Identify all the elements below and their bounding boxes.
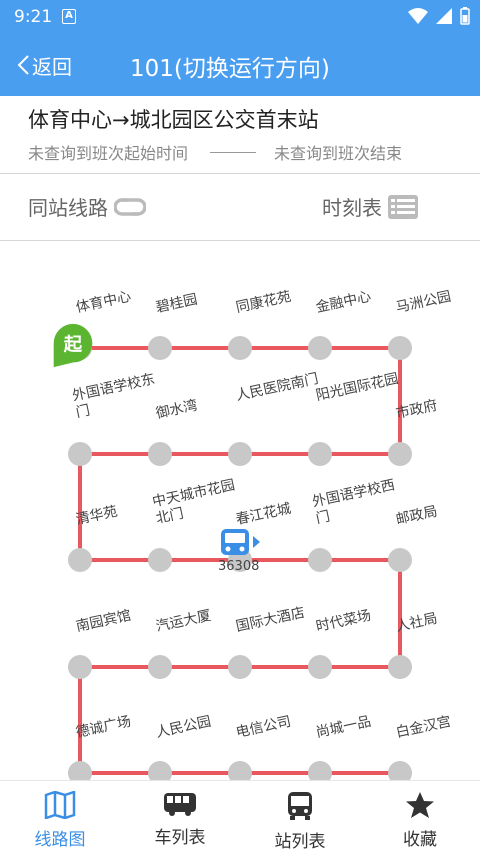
- stop-dot[interactable]: [308, 548, 332, 572]
- nav-route-map[interactable]: 线路图: [0, 781, 120, 852]
- time-separator: [210, 151, 257, 153]
- stop-dot[interactable]: [148, 761, 172, 780]
- stop-dot[interactable]: [228, 655, 252, 679]
- stop-dot[interactable]: [228, 761, 252, 780]
- wifi-icon: [408, 8, 428, 24]
- stop-dot[interactable]: [148, 548, 172, 572]
- route-map[interactable]: 起 36308 体育中心 碧桂园 同康花苑 金融中心 马洲公园 市政府 阳光国际花园 人民医院…: [0, 241, 480, 780]
- timetable-label: 时刻表: [322, 196, 382, 220]
- page-title[interactable]: 101(切换运行方向): [130, 49, 330, 83]
- same-station-lines-label: 同站线路: [28, 196, 108, 220]
- route-times: 未查询到班次起始时间 未查询到班次结束: [28, 140, 480, 164]
- map-icon: [44, 791, 76, 819]
- chevron-left-icon: [17, 55, 29, 75]
- start-marker: 起: [53, 323, 93, 368]
- stop-dot[interactable]: [308, 336, 332, 360]
- start-marker-label: 起: [63, 334, 83, 356]
- nav-label-bus-list: 车列表: [154, 828, 206, 848]
- start-time: 未查询到班次起始时间: [28, 144, 189, 163]
- battery-icon: [460, 7, 470, 25]
- star-icon: [406, 792, 434, 818]
- nav-station-list[interactable]: 站列表: [240, 781, 360, 852]
- list-icon: [388, 194, 418, 219]
- stop-dot[interactable]: [308, 761, 332, 780]
- status-icons: [408, 7, 470, 25]
- signal-icon: [436, 8, 452, 24]
- stop-dot[interactable]: [228, 442, 252, 466]
- stop-dot[interactable]: [68, 548, 92, 572]
- stop-dot[interactable]: [388, 442, 412, 466]
- stop-dot[interactable]: [228, 336, 252, 360]
- back-label: 返回: [32, 54, 72, 79]
- end-time: 未查询到班次结束: [274, 144, 403, 163]
- stop-dot[interactable]: [148, 336, 172, 360]
- bus-number: 36308: [218, 559, 260, 574]
- stop-dot[interactable]: [68, 442, 92, 466]
- options-bar: 同站线路 时刻表: [0, 174, 480, 240]
- timetable-button[interactable]: 时刻表: [322, 192, 418, 221]
- nav-favorites[interactable]: 收藏: [360, 781, 480, 852]
- stop-dot[interactable]: [388, 761, 412, 780]
- app-bar: 返回 101(切换运行方向): [0, 34, 480, 96]
- app-notification-icon: A: [62, 9, 76, 24]
- bus-list-icon: [164, 793, 196, 816]
- bottom-nav: 线路图 车列表 站列表 收藏: [0, 780, 480, 852]
- stop-dot[interactable]: [148, 442, 172, 466]
- stop-dot[interactable]: [388, 336, 412, 360]
- station-list-icon: [288, 792, 312, 820]
- stop-dot[interactable]: [68, 761, 92, 780]
- stop-dot[interactable]: [388, 655, 412, 679]
- nav-label-favorites: 收藏: [403, 830, 437, 850]
- stop-dot[interactable]: [308, 442, 332, 466]
- route-info: 体育中心→城北园区公交首末站 未查询到班次起始时间 未查询到班次结束: [0, 96, 480, 172]
- nav-bus-list[interactable]: 车列表: [120, 781, 240, 852]
- stop-dot[interactable]: [308, 655, 332, 679]
- status-bar: 9:21 A: [0, 0, 480, 34]
- transfer-icon: [114, 197, 146, 216]
- route-name: 体育中心→城北园区公交首末站: [28, 108, 319, 132]
- nav-label-station-list: 站列表: [274, 832, 326, 852]
- bus-icon[interactable]: [220, 528, 262, 558]
- stop-dot[interactable]: [388, 548, 412, 572]
- status-time: 9:21: [14, 7, 53, 27]
- stop-dot[interactable]: [68, 655, 92, 679]
- nav-label-route-map: 线路图: [34, 830, 86, 850]
- same-station-lines-button[interactable]: 同站线路: [28, 192, 146, 221]
- back-button[interactable]: 返回: [16, 48, 72, 82]
- stop-dot[interactable]: [148, 655, 172, 679]
